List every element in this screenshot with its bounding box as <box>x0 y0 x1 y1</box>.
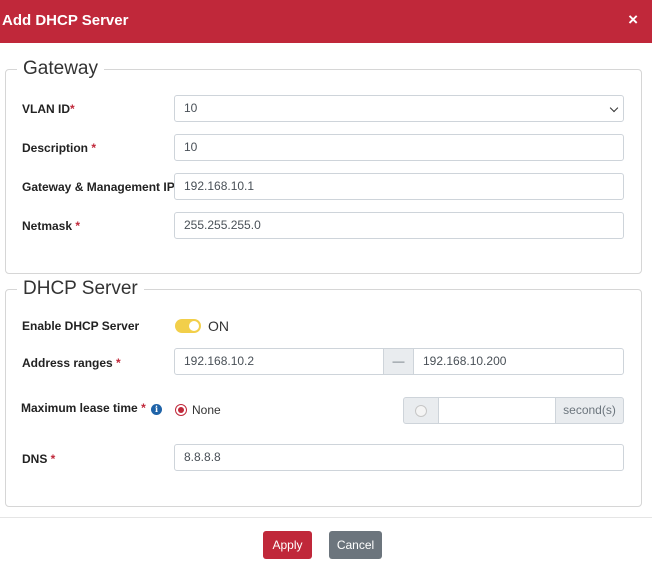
lease-time-label: Maximum lease time * <box>21 401 146 415</box>
enable-dhcp-state: ON <box>208 318 229 334</box>
cancel-button[interactable]: Cancel <box>329 531 382 559</box>
dns-input[interactable]: 8.8.8.8 <box>174 444 624 471</box>
description-input[interactable]: 10 <box>174 134 624 161</box>
dns-label: DNS * <box>22 452 55 466</box>
required-marker: * <box>91 141 97 155</box>
lease-none-label: None <box>192 403 221 417</box>
netmask-input[interactable]: 255.255.255.0 <box>174 212 624 239</box>
vlan-label: VLAN ID* <box>22 102 75 116</box>
range-separator: — <box>383 348 414 375</box>
dns-label-text: DNS <box>22 452 51 466</box>
netmask-label: Netmask * <box>22 219 80 233</box>
required-marker: * <box>141 401 146 415</box>
description-label-text: Description <box>22 141 92 155</box>
lease-time-unit: second(s) <box>555 397 624 424</box>
dialog-title: Add DHCP Server <box>2 12 129 29</box>
required-marker: * <box>116 356 121 370</box>
gateway-ip-input[interactable]: 192.168.10.1 <box>174 173 624 200</box>
vlan-select[interactable]: 10 <box>174 95 624 122</box>
description-label: Description * <box>22 141 96 155</box>
close-icon[interactable]: × <box>628 10 638 30</box>
required-marker: * <box>70 102 75 116</box>
lease-time-label-text: Maximum lease time <box>21 401 142 415</box>
lease-custom-radio-addon <box>403 397 439 424</box>
range-start-input[interactable]: 192.168.10.2 <box>174 348 384 375</box>
enable-dhcp-toggle[interactable] <box>175 319 201 333</box>
enable-dhcp-label: Enable DHCP Server <box>22 319 140 333</box>
lease-time-input[interactable] <box>438 397 556 424</box>
netmask-label-text: Netmask <box>22 219 76 233</box>
range-end-input[interactable]: 192.168.10.200 <box>413 348 624 375</box>
required-marker: * <box>75 219 81 233</box>
gateway-legend: Gateway <box>17 57 104 81</box>
dhcp-server-legend: DHCP Server <box>17 277 144 301</box>
apply-button[interactable]: Apply <box>263 531 312 559</box>
chevron-down-icon <box>609 103 619 113</box>
vlan-select-value: 10 <box>184 101 198 115</box>
toggle-knob <box>189 321 199 331</box>
lease-custom-radio[interactable] <box>415 405 427 417</box>
address-ranges-label: Address ranges * <box>22 356 121 370</box>
required-marker: * <box>50 452 56 466</box>
info-icon[interactable]: i <box>151 404 162 415</box>
lease-none-radio[interactable] <box>175 404 187 416</box>
address-ranges-label-text: Address ranges <box>22 356 117 370</box>
dialog-header: Add DHCP Server × <box>0 0 652 43</box>
vlan-label-text: VLAN ID <box>22 102 70 116</box>
gateway-ip-label: Gateway & Management IP <box>22 180 175 194</box>
footer-divider <box>0 517 652 518</box>
